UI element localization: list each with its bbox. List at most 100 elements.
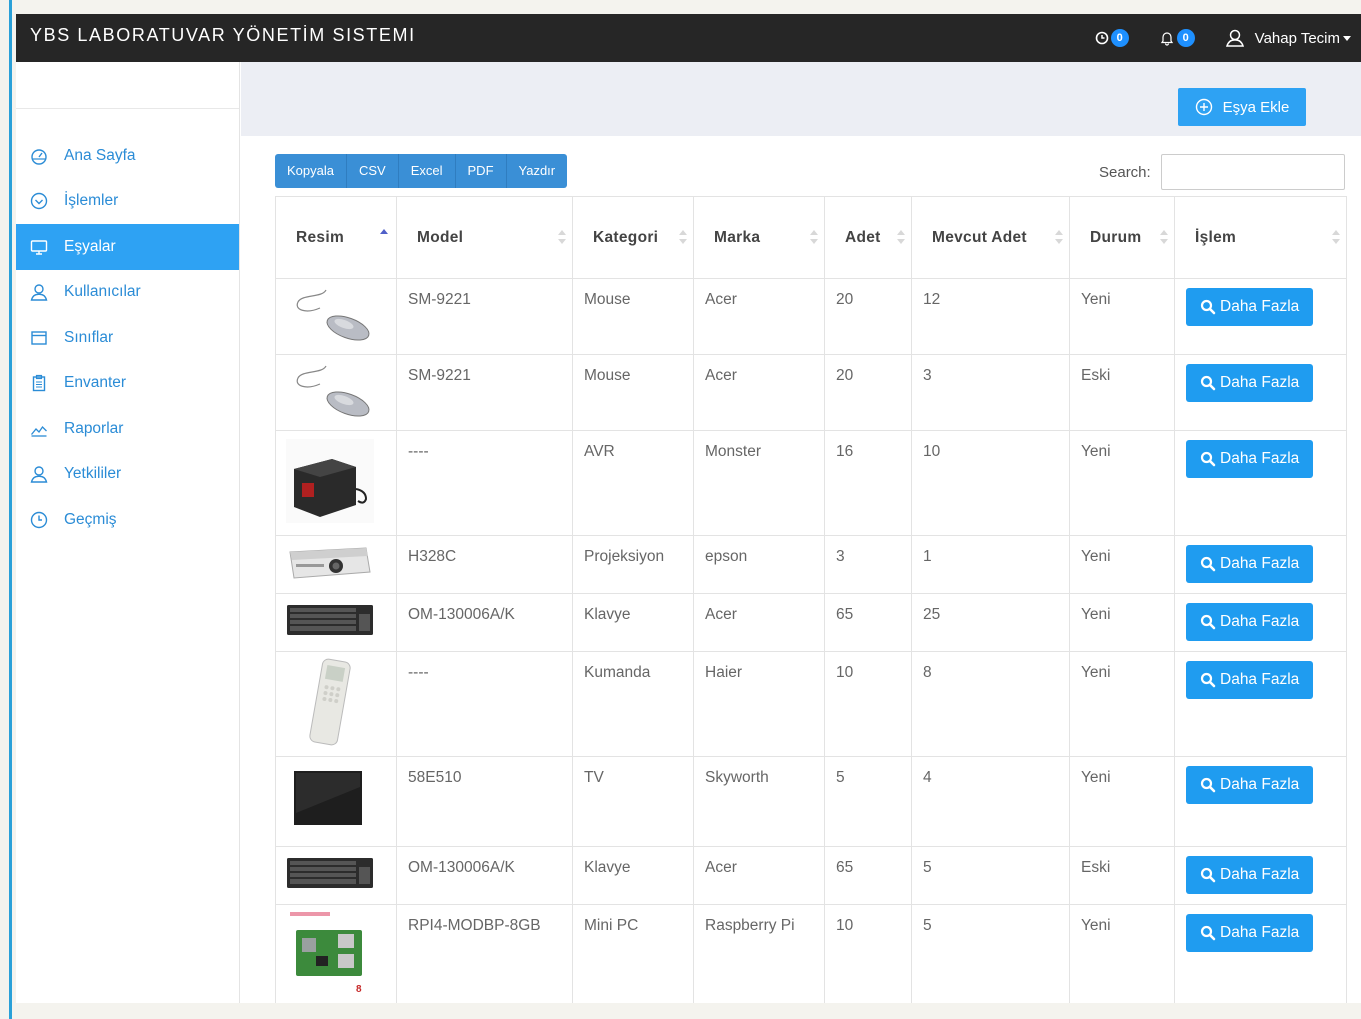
- raspberry-image: 8: [286, 908, 386, 1001]
- sort-both-icon: [810, 228, 818, 251]
- app-window: YBS LABORATUVAR YÖNETİM SISTEMI 0 0 Vaha…: [16, 14, 1361, 1003]
- cell-model: OM-130006A/K: [396, 846, 573, 905]
- cell-model: SM-9221: [396, 278, 573, 355]
- item-image-cell: [275, 278, 397, 355]
- sidebar-item[interactable]: Envanter: [16, 361, 239, 407]
- item-image-cell: [275, 756, 397, 847]
- sidebar-item[interactable]: Kullanıcılar: [16, 270, 239, 316]
- column-header[interactable]: Adet: [824, 196, 912, 279]
- sidebar-item[interactable]: Ana Sayfa: [16, 133, 239, 179]
- export-button[interactable]: CSV: [346, 154, 399, 188]
- cell-action: Daha Fazla: [1174, 430, 1347, 536]
- user-icon: [28, 464, 50, 484]
- sidebar-item[interactable]: Yetkililer: [16, 452, 239, 498]
- sidebar-item-label: Ana Sayfa: [64, 146, 136, 164]
- svg-text:8: 8: [356, 984, 362, 995]
- cell-kategori: Mini PC: [572, 904, 694, 1003]
- item-image-cell: [275, 354, 397, 431]
- cell-kategori: AVR: [572, 430, 694, 536]
- user-menu[interactable]: Vahap Tecim: [1225, 28, 1351, 48]
- cell-model: ----: [396, 430, 573, 536]
- sidebar-item[interactable]: Geçmiş: [16, 497, 239, 543]
- cell-durum: Eski: [1069, 354, 1175, 431]
- details-button-label: Daha Fazla: [1220, 924, 1300, 941]
- cell-kategori: Kumanda: [572, 651, 694, 757]
- clock-notifications[interactable]: 0: [1095, 29, 1129, 47]
- cell-model: 58E510: [396, 756, 573, 847]
- clock-icon: [1095, 31, 1108, 45]
- sidebar-item-label: Raporlar: [64, 419, 124, 437]
- remote-image: [286, 658, 386, 751]
- tv-image: [286, 767, 386, 836]
- sort-both-icon: [1055, 228, 1063, 251]
- item-image-cell: [275, 535, 397, 594]
- column-header[interactable]: Resim: [275, 196, 397, 279]
- export-button[interactable]: Yazdır: [506, 154, 568, 188]
- details-button[interactable]: Daha Fazla: [1186, 914, 1314, 952]
- window-edge: [0, 0, 16, 1019]
- details-button[interactable]: Daha Fazla: [1186, 766, 1314, 804]
- sort-both-icon: [679, 228, 687, 251]
- cell-kategori: Klavye: [572, 846, 694, 905]
- column-header-label: Resim: [296, 228, 345, 246]
- cell-durum: Yeni: [1069, 593, 1175, 652]
- sidebar-item[interactable]: Sınıflar: [16, 315, 239, 361]
- table-row: 58E510 TV Skyworth 5 4 Yeni Daha Fazla: [275, 756, 1347, 847]
- details-button[interactable]: Daha Fazla: [1186, 661, 1314, 699]
- chart-icon: [28, 419, 50, 439]
- export-button[interactable]: Kopyala: [275, 154, 347, 188]
- column-header[interactable]: Model: [396, 196, 573, 279]
- cell-mevcut: 4: [911, 756, 1070, 847]
- cell-durum: Yeni: [1069, 430, 1175, 536]
- column-header-label: Adet: [845, 228, 881, 246]
- bell-notifications[interactable]: 0: [1159, 29, 1195, 47]
- item-image-cell: [275, 846, 397, 905]
- mouse-image: [286, 284, 386, 349]
- avr-image: [286, 438, 386, 528]
- cell-action: Daha Fazla: [1174, 593, 1347, 652]
- cell-action: Daha Fazla: [1174, 535, 1347, 594]
- column-header-label: Kategori: [593, 228, 659, 246]
- table-row: ---- Kumanda Haier 10 8 Yeni Daha Fazla: [275, 651, 1347, 757]
- column-header[interactable]: Kategori: [572, 196, 694, 279]
- details-button[interactable]: Daha Fazla: [1186, 288, 1314, 326]
- cell-action: Daha Fazla: [1174, 756, 1347, 847]
- export-button[interactable]: Excel: [398, 154, 456, 188]
- cell-mevcut: 25: [911, 593, 1070, 652]
- details-button-label: Daha Fazla: [1220, 374, 1300, 391]
- sidebar-item[interactable]: İşlemler: [16, 179, 239, 225]
- sidebar-nav: Ana Sayfa İşlemler Eşyalar Kullanıcılar Sını…: [16, 133, 239, 543]
- cell-marka: Acer: [693, 278, 825, 355]
- cell-marka: Acer: [693, 593, 825, 652]
- search-input[interactable]: [1160, 154, 1345, 190]
- add-item-label: Eşya Ekle: [1222, 98, 1290, 116]
- column-header[interactable]: Marka: [693, 196, 825, 279]
- column-header[interactable]: İşlem: [1174, 196, 1347, 279]
- keyboard-image: [286, 857, 386, 894]
- cell-model: H328C: [396, 535, 573, 594]
- details-button[interactable]: Daha Fazla: [1186, 364, 1314, 402]
- sidebar-item[interactable]: Raporlar: [16, 406, 239, 452]
- clock-badge: 0: [1110, 29, 1129, 47]
- app-title: YBS LABORATUVAR YÖNETİM SISTEMI: [30, 25, 416, 45]
- column-header[interactable]: Durum: [1069, 196, 1175, 279]
- details-button[interactable]: Daha Fazla: [1186, 545, 1314, 583]
- table-header-row: Resim Model Kategori Marka Adet Mevcut Adet Du…: [275, 196, 1347, 279]
- details-button[interactable]: Daha Fazla: [1186, 440, 1314, 478]
- cell-action: Daha Fazla: [1174, 278, 1347, 355]
- search-box: Search:: [1099, 154, 1345, 190]
- details-button[interactable]: Daha Fazla: [1186, 603, 1314, 641]
- cell-model: SM-9221: [396, 354, 573, 431]
- cell-adet: 10: [824, 904, 912, 1003]
- details-button-label: Daha Fazla: [1220, 298, 1300, 315]
- cell-marka: Skyworth: [693, 756, 825, 847]
- column-header[interactable]: Mevcut Adet: [911, 196, 1070, 279]
- details-button[interactable]: Daha Fazla: [1186, 856, 1314, 894]
- cell-adet: 3: [824, 535, 912, 594]
- sidebar-item[interactable]: Eşyalar: [16, 224, 239, 270]
- export-button[interactable]: PDF: [455, 154, 507, 188]
- add-item-button[interactable]: Eşya Ekle: [1178, 88, 1306, 126]
- cell-mevcut: 10: [911, 430, 1070, 536]
- top-navbar: YBS LABORATUVAR YÖNETİM SISTEMI 0 0 Vaha…: [16, 14, 1361, 62]
- cell-marka: Acer: [693, 846, 825, 905]
